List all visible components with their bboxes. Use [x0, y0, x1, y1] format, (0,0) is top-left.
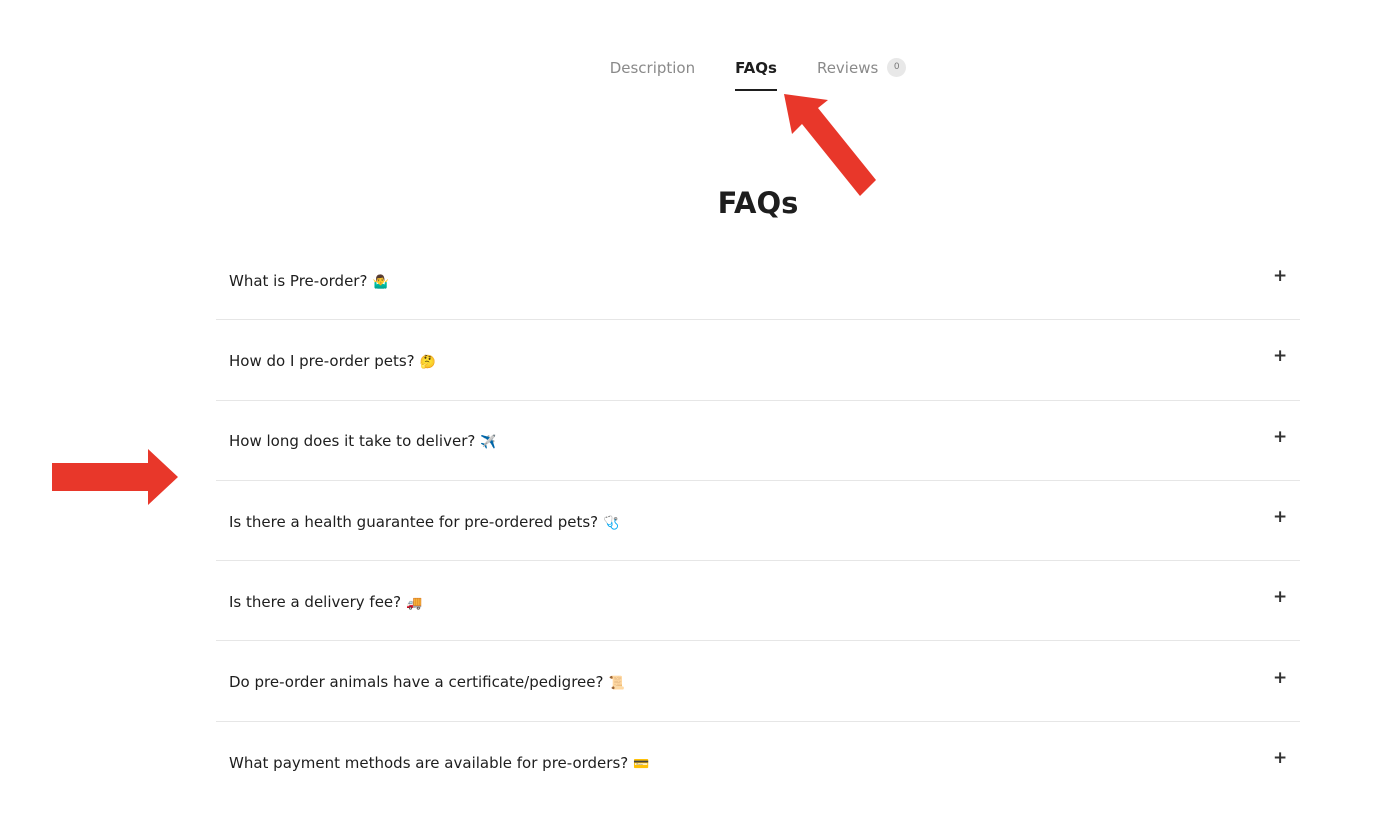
faq-question-text: What is Pre-order? [229, 271, 368, 290]
tab-reviews-label: Reviews [816, 58, 879, 77]
thinking-emoji-icon: 🤔 [419, 354, 436, 370]
faq-item-delivery-time[interactable]: How long does it take to deliver? ✈️ + [216, 401, 1300, 481]
faq-question: Do pre-order animals have a certificate/… [229, 671, 625, 691]
faq-heading: FAQs [717, 186, 799, 220]
expand-plus-icon[interactable]: + [1273, 587, 1287, 607]
faq-question: How long does it take to deliver? ✈️ [229, 430, 497, 450]
stethoscope-emoji-icon: 🩺 [603, 515, 620, 531]
faq-item-how-to-preorder[interactable]: How do I pre-order pets? 🤔 + [216, 320, 1300, 401]
tab-description-label: Description [609, 58, 696, 77]
expand-plus-icon[interactable]: + [1273, 427, 1287, 447]
faq-accordion: What is Pre-order? 🤷‍♂️ + How do I pre-or… [216, 240, 1300, 802]
faq-item-health-guarantee[interactable]: Is there a health guarantee for pre-orde… [216, 481, 1300, 562]
shrug-emoji-icon: 🤷‍♂️ [372, 274, 389, 290]
faq-question-text: How do I pre-order pets? [229, 351, 415, 370]
tab-faqs-label: FAQs [735, 58, 777, 77]
faq-question: Is there a delivery fee? 🚚 [229, 591, 422, 611]
tab-faqs[interactable]: FAQs [735, 58, 777, 91]
expand-plus-icon[interactable]: + [1273, 748, 1287, 768]
expand-plus-icon[interactable]: + [1273, 346, 1287, 366]
faq-question: Is there a health guarantee for pre-orde… [229, 511, 619, 531]
faq-question: What payment methods are available for p… [229, 752, 649, 772]
airplane-emoji-icon: ✈️ [480, 435, 497, 451]
faq-question-text: Is there a health guarantee for pre-orde… [229, 512, 599, 531]
faq-item-certificate[interactable]: Do pre-order animals have a certificate/… [216, 641, 1300, 722]
faq-question: What is Pre-order? 🤷‍♂️ [229, 270, 389, 290]
expand-plus-icon[interactable]: + [1273, 266, 1287, 286]
faq-question: How do I pre-order pets? 🤔 [229, 350, 436, 370]
faq-item-payment-methods[interactable]: What payment methods are available for p… [216, 722, 1300, 802]
tab-bar: Description FAQs Reviews 0 [0, 58, 1388, 91]
expand-plus-icon[interactable]: + [1273, 668, 1287, 688]
faq-item-delivery-fee[interactable]: Is there a delivery fee? 🚚 + [216, 561, 1300, 642]
faq-question-text: Do pre-order animals have a certificate/… [229, 673, 604, 692]
annotation-arrow-list-icon [52, 449, 178, 505]
tab-description[interactable]: Description [610, 58, 695, 91]
faq-question-text: How long does it take to deliver? [229, 432, 476, 451]
expand-plus-icon[interactable]: + [1273, 507, 1287, 527]
faq-item-what-is-preorder[interactable]: What is Pre-order? 🤷‍♂️ + [216, 240, 1300, 321]
annotation-arrow-tab-icon [784, 94, 876, 196]
faq-question-text: Is there a delivery fee? [229, 592, 402, 611]
scroll-emoji-icon: 📜 [608, 676, 625, 692]
reviews-count-badge: 0 [887, 58, 907, 77]
faq-question-text: What payment methods are available for p… [229, 753, 629, 772]
truck-emoji-icon: 🚚 [406, 595, 423, 611]
product-tabs-page: Description FAQs Reviews 0 FAQs What is … [0, 0, 1388, 820]
credit-card-emoji-icon: 💳 [633, 756, 650, 772]
